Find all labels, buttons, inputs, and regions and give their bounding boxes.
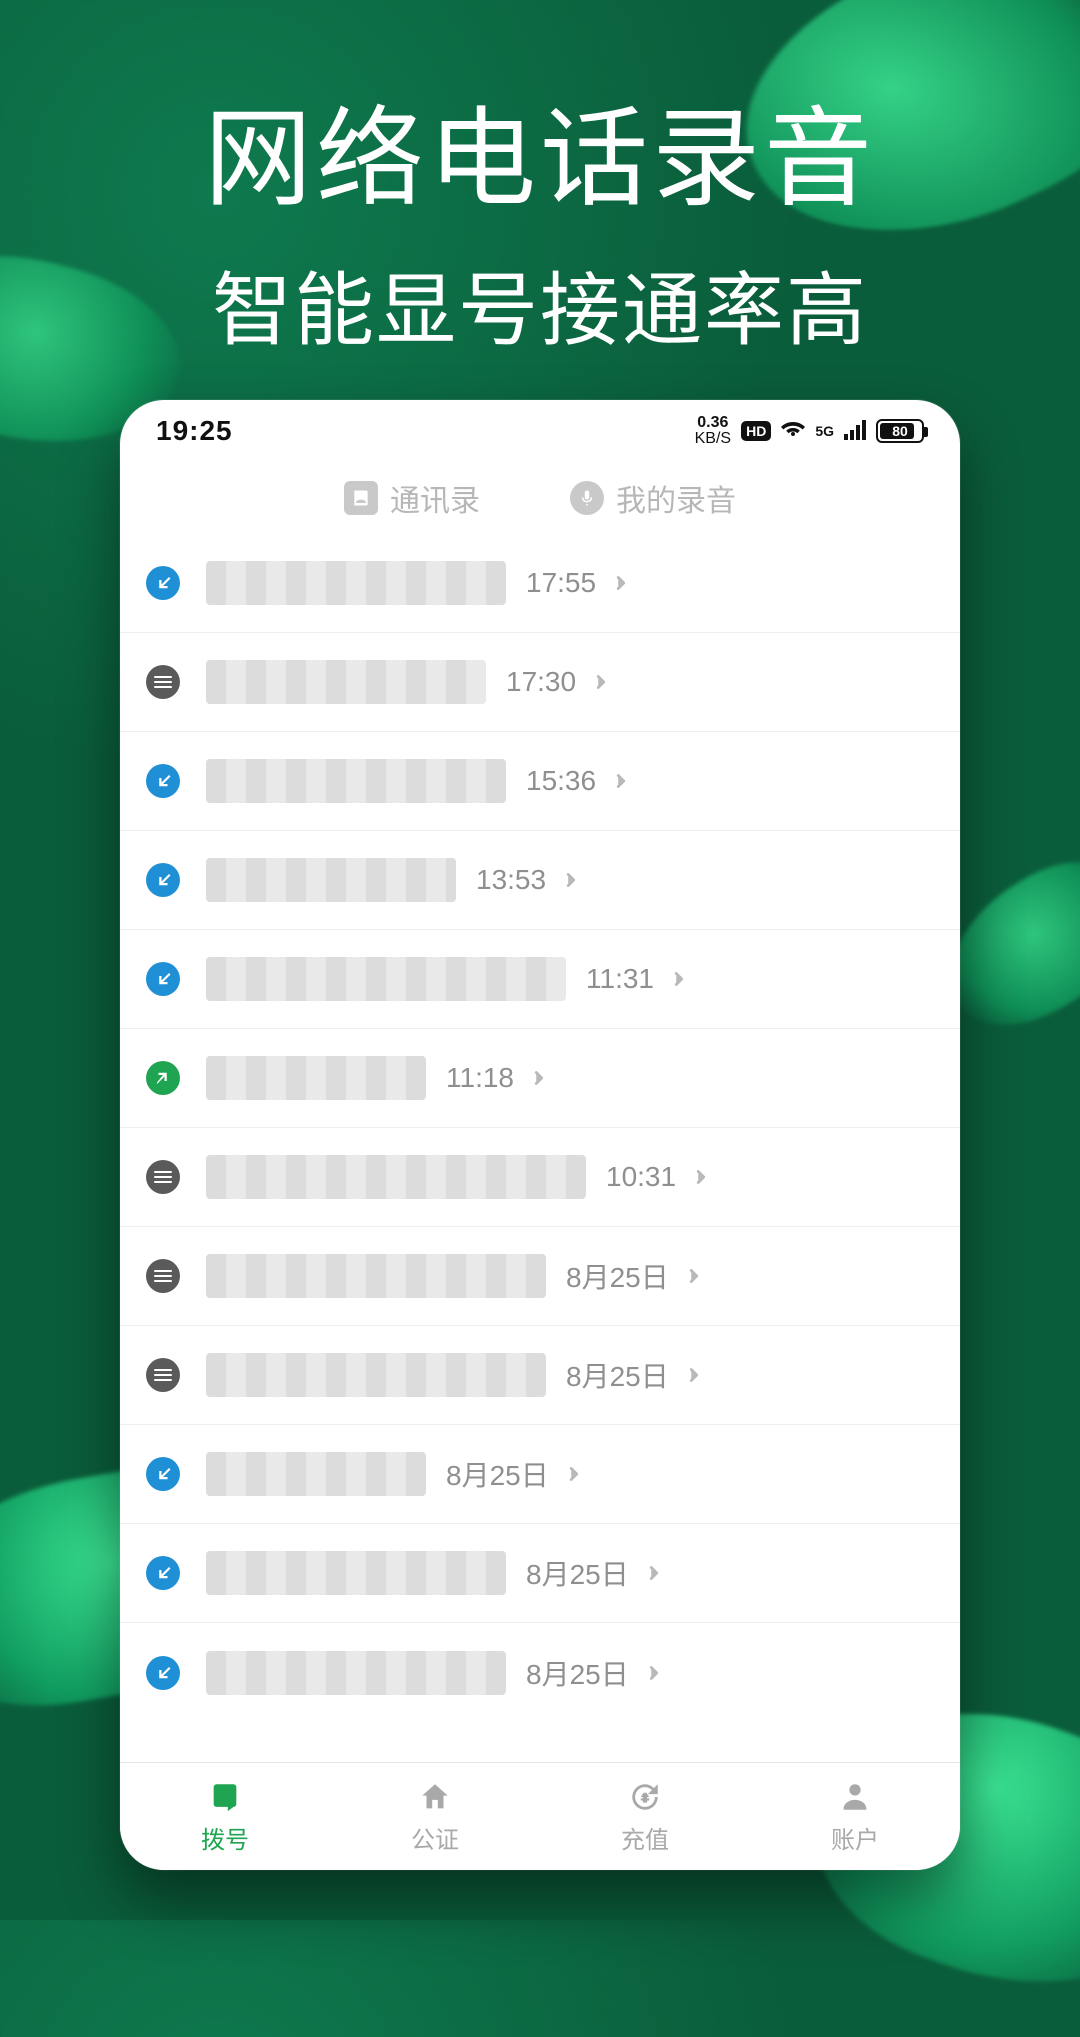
call-row[interactable]: 8月25日	[120, 1524, 960, 1623]
dialpad-icon	[206, 1778, 244, 1816]
call-row[interactable]: 8月25日	[120, 1227, 960, 1326]
call-time: 17:55	[526, 567, 596, 599]
redacted-caller-name	[206, 957, 566, 1001]
redacted-caller-name	[206, 561, 506, 605]
call-time: 8月25日	[526, 1553, 629, 1593]
nav-notary-label: 公证	[411, 1820, 459, 1855]
redacted-caller-name	[206, 759, 506, 803]
recharge-icon	[626, 1778, 664, 1816]
redacted-caller-name	[206, 1056, 426, 1100]
tab-recordings[interactable]: 我的录音	[570, 476, 736, 520]
chevron-right-icon	[668, 968, 690, 990]
nav-recharge-label: 充值	[621, 1820, 669, 1855]
incoming-call-icon	[146, 764, 180, 798]
home-icon	[416, 1778, 454, 1816]
nav-notary[interactable]: 公证	[330, 1763, 540, 1870]
outgoing-call-icon	[146, 1061, 180, 1095]
incoming-call-icon	[146, 566, 180, 600]
nav-account-label: 账户	[831, 1820, 879, 1855]
hero-title: 网络电话录音	[0, 72, 1080, 228]
call-time: 8月25日	[566, 1355, 669, 1395]
call-row[interactable]: 15:36	[120, 732, 960, 831]
redacted-caller-name	[206, 1651, 506, 1695]
call-log-icon	[146, 1259, 180, 1293]
call-time: 8月25日	[446, 1454, 549, 1494]
incoming-call-icon	[146, 1656, 180, 1690]
chevron-right-icon	[683, 1364, 705, 1386]
call-row[interactable]: 8月25日	[120, 1326, 960, 1425]
redacted-caller-name	[206, 1254, 546, 1298]
signal-label: 5G	[815, 423, 834, 439]
incoming-call-icon	[146, 1556, 180, 1590]
call-row[interactable]: 17:30	[120, 633, 960, 732]
call-time: 17:30	[506, 666, 576, 698]
chevron-right-icon	[528, 1067, 550, 1089]
microphone-icon	[570, 481, 604, 515]
call-log-icon	[146, 665, 180, 699]
call-list[interactable]: 17:55 17:30 15:36 13:53 11:31 11:18 10:31 8月25日…	[120, 534, 960, 1722]
signal-icon	[844, 415, 866, 447]
contacts-icon	[344, 481, 378, 515]
incoming-call-icon	[146, 1457, 180, 1491]
call-row[interactable]: 8月25日	[120, 1425, 960, 1524]
status-time: 19:25	[156, 415, 233, 447]
nav-account[interactable]: 账户	[750, 1763, 960, 1870]
tab-recordings-label: 我的录音	[616, 476, 736, 520]
call-time: 10:31	[606, 1161, 676, 1193]
bottom-nav: 拨号 公证 充值 账户	[120, 1762, 960, 1870]
tab-contacts-label: 通讯录	[390, 476, 480, 520]
call-time: 15:36	[526, 765, 596, 797]
chevron-right-icon	[683, 1265, 705, 1287]
call-row[interactable]: 10:31	[120, 1128, 960, 1227]
account-icon	[836, 1778, 874, 1816]
call-row[interactable]: 11:18	[120, 1029, 960, 1128]
call-row[interactable]: 13:53	[120, 831, 960, 930]
hero-subtitle: 智能显号接通率高	[0, 246, 1080, 362]
nav-dial-label: 拨号	[201, 1820, 249, 1855]
battery-icon: 80	[876, 419, 924, 443]
redacted-caller-name	[206, 1353, 546, 1397]
chevron-right-icon	[643, 1662, 665, 1684]
redacted-caller-name	[206, 1452, 426, 1496]
chevron-right-icon	[590, 671, 612, 693]
call-log-icon	[146, 1358, 180, 1392]
call-time: 8月25日	[526, 1653, 629, 1693]
redacted-caller-name	[206, 660, 486, 704]
incoming-call-icon	[146, 863, 180, 897]
call-time: 11:18	[446, 1062, 514, 1094]
nav-recharge[interactable]: 充值	[540, 1763, 750, 1870]
phone-mockup: 19:25 0.36KB/S HD 5G 80 通讯录	[120, 400, 960, 1870]
redacted-caller-name	[206, 1155, 586, 1199]
status-bar: 19:25 0.36KB/S HD 5G 80	[120, 400, 960, 462]
call-time: 8月25日	[566, 1256, 669, 1296]
chevron-right-icon	[643, 1562, 665, 1584]
chevron-right-icon	[560, 869, 582, 891]
call-time: 11:31	[586, 963, 654, 995]
chevron-right-icon	[690, 1166, 712, 1188]
redacted-caller-name	[206, 1551, 506, 1595]
call-log-icon	[146, 1160, 180, 1194]
redacted-caller-name	[206, 858, 456, 902]
call-row[interactable]: 8月25日	[120, 1623, 960, 1722]
net-speed: 0.36KB/S	[695, 415, 731, 447]
tab-contacts[interactable]: 通讯录	[344, 476, 480, 520]
incoming-call-icon	[146, 962, 180, 996]
chevron-right-icon	[610, 770, 632, 792]
call-row[interactable]: 11:31	[120, 930, 960, 1029]
wifi-icon	[781, 415, 805, 447]
hd-badge-icon: HD	[741, 421, 771, 441]
call-row[interactable]: 17:55	[120, 534, 960, 633]
nav-dial[interactable]: 拨号	[120, 1763, 330, 1870]
call-time: 13:53	[476, 864, 546, 896]
chevron-right-icon	[563, 1463, 585, 1485]
chevron-right-icon	[610, 572, 632, 594]
